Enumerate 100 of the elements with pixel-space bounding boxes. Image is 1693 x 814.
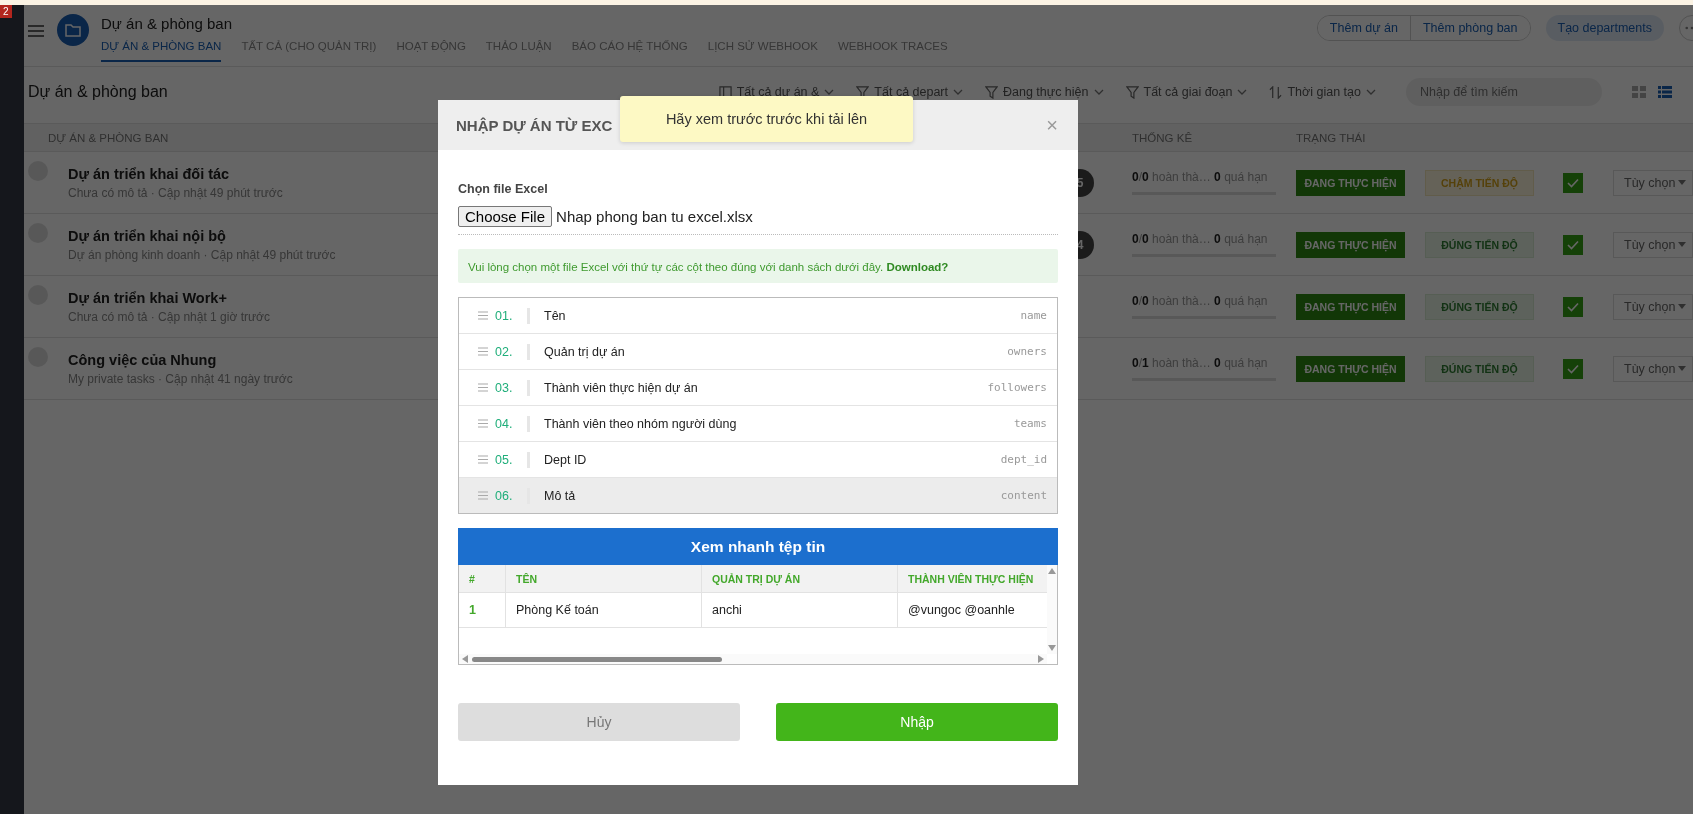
options-dropdown[interactable]: Tùy chọn — [1613, 231, 1693, 258]
drag-handle-icon[interactable] — [478, 383, 488, 392]
check-icon — [1567, 363, 1579, 374]
filter-dropdown[interactable]: Tất cả giai đoạn — [1143, 85, 1233, 99]
horizontal-scrollbar[interactable] — [459, 654, 1047, 664]
column-key: followers — [987, 381, 1047, 394]
checkbox[interactable] — [1563, 234, 1583, 255]
project-name[interactable]: Dự án triển khai Work+ — [68, 289, 270, 306]
column-number: 04. — [495, 416, 514, 431]
vertical-scrollbar[interactable] — [1047, 565, 1057, 654]
options-dropdown[interactable]: Tùy chọn — [1613, 293, 1693, 320]
column-number: 05. — [495, 452, 514, 467]
folder-icon — [57, 14, 89, 46]
options-dropdown[interactable]: Tùy chọn — [1613, 169, 1693, 196]
column-row[interactable]: 01. Tên name — [459, 298, 1057, 333]
preview-header: # — [459, 565, 506, 592]
column-row[interactable]: 06. Mô tả content — [459, 477, 1057, 513]
scroll-left-icon[interactable] — [462, 655, 468, 663]
project-name[interactable]: Công việc của Nhung — [68, 351, 293, 368]
section-title: Dự án & phòng ban — [28, 83, 169, 101]
column-name: Thành viên theo nhóm người dùng — [544, 416, 738, 431]
progress-status: ĐÚNG TIẾN ĐỘ — [1425, 231, 1534, 258]
column-name: Dept ID — [544, 452, 588, 467]
download-link[interactable]: Download? — [886, 261, 949, 273]
caret-icon — [1678, 366, 1687, 371]
status-label: ĐANG THỰC HIỆN — [1296, 293, 1405, 320]
caret-icon — [1678, 180, 1687, 185]
toast-message: Hãy xem trước trước khi tải lên — [620, 96, 913, 142]
preview-header: TÊN — [506, 565, 702, 592]
caret-icon — [1678, 242, 1687, 247]
column-row[interactable]: 04. Thành viên theo nhóm người dùng teams — [459, 405, 1057, 441]
column-name: Thành viên thực hiện dự án — [544, 380, 699, 395]
filter-dropdown[interactable]: Đang thực hiện — [1003, 85, 1089, 99]
column-row[interactable]: 02. Quản trị dự án owners — [459, 333, 1057, 369]
check-icon — [1567, 177, 1579, 188]
scroll-right-icon[interactable] — [1038, 655, 1044, 663]
drag-handle-icon[interactable] — [478, 311, 488, 320]
preview-cell: anchi — [702, 593, 898, 627]
scroll-up-icon[interactable] — [1048, 568, 1056, 574]
drag-handle-icon[interactable] — [478, 455, 488, 464]
info-text: Vui lòng chọn một file Excel với thứ tự các cột theo đúng với danh sách dưới đây. Download? — [468, 261, 949, 273]
chevron-down-icon — [1366, 89, 1376, 95]
checkbox[interactable] — [1563, 358, 1583, 379]
list-view-icon[interactable] — [1658, 86, 1672, 98]
status-label: ĐANG THỰC HIỆN — [1296, 355, 1405, 382]
status-label: ĐANG THỰC HIỆN — [1296, 169, 1405, 196]
progress-status: CHẬM TIẾN ĐỘ — [1425, 169, 1534, 196]
drag-handle-icon[interactable] — [478, 419, 488, 428]
filter-dropdown[interactable]: Tất cả dự án & — [736, 85, 820, 99]
column-number: 03. — [495, 380, 514, 395]
preview-header: QUẢN TRỊ DỰ ÁN — [702, 565, 898, 592]
caret-icon — [1678, 304, 1687, 309]
page-title: Dự án & phòng ban — [101, 15, 233, 32]
sort-icon — [1269, 85, 1283, 99]
checkbox[interactable] — [1563, 296, 1583, 317]
chevron-down-icon — [953, 89, 963, 95]
grid-view-icon[interactable] — [1632, 86, 1646, 98]
filter-icon — [1125, 85, 1139, 99]
progress-status: ĐÚNG TIẾN ĐỘ — [1425, 355, 1534, 382]
create-button[interactable]: Tạo departments — [1545, 15, 1664, 41]
scroll-down-icon[interactable] — [1048, 645, 1056, 651]
column-number: 06. — [495, 488, 514, 503]
import-button[interactable]: Nhập — [776, 703, 1058, 741]
preview-cell: 1 — [459, 593, 506, 627]
filter-icon — [985, 85, 998, 99]
filter-dropdown[interactable]: Tất cả depart — [874, 85, 948, 99]
column-key: name — [1020, 309, 1047, 322]
project-name[interactable]: Dự án triển khai nội bộ — [68, 227, 336, 244]
status-label: ĐANG THỰC HIỆN — [1296, 231, 1405, 258]
field-label: Chọn file Excel — [458, 182, 549, 196]
column-number: 02. — [495, 344, 514, 359]
close-button[interactable]: × — [1046, 113, 1058, 137]
chevron-down-icon — [1237, 89, 1248, 95]
filter-icon — [856, 85, 870, 99]
dialog-title: NHẬP DỰ ÁN TỪ EXC — [456, 116, 613, 134]
column-key: owners — [1007, 345, 1047, 358]
column-key: dept_id — [1000, 453, 1047, 466]
checkbox[interactable] — [1563, 172, 1583, 193]
column-key: teams — [1013, 417, 1047, 430]
project-name[interactable]: Dự án triển khai đối tác — [68, 165, 283, 182]
notification-badge: 2 — [0, 5, 12, 18]
choose-file-button[interactable]: Choose File — [458, 206, 553, 227]
chevron-down-icon — [1093, 89, 1104, 95]
column-name: Quản trị dự án — [544, 344, 626, 359]
column-name: Mô tả — [544, 488, 577, 503]
options-dropdown[interactable]: Tùy chọn — [1613, 355, 1693, 382]
add-button[interactable]: Thêm phòng ban — [1410, 16, 1530, 40]
layout-icon — [718, 85, 732, 99]
chevron-down-icon — [824, 89, 835, 95]
drag-handle-icon[interactable] — [478, 491, 488, 500]
check-icon — [1567, 239, 1579, 250]
nav-tab[interactable]: DỰ ÁN & PHÒNG BAN — [101, 40, 222, 62]
column-key: content — [1000, 489, 1047, 502]
cancel-button[interactable]: Hủy — [458, 703, 740, 741]
check-icon — [1567, 301, 1579, 312]
column-row[interactable]: 03. Thành viên thực hiện dự án followers — [459, 369, 1057, 405]
drag-handle-icon[interactable] — [478, 347, 488, 356]
filter-dropdown[interactable]: Thời gian tạo — [1287, 85, 1361, 99]
progress-status: ĐÚNG TIẾN ĐỘ — [1425, 293, 1534, 320]
menu-icon[interactable] — [28, 25, 44, 37]
